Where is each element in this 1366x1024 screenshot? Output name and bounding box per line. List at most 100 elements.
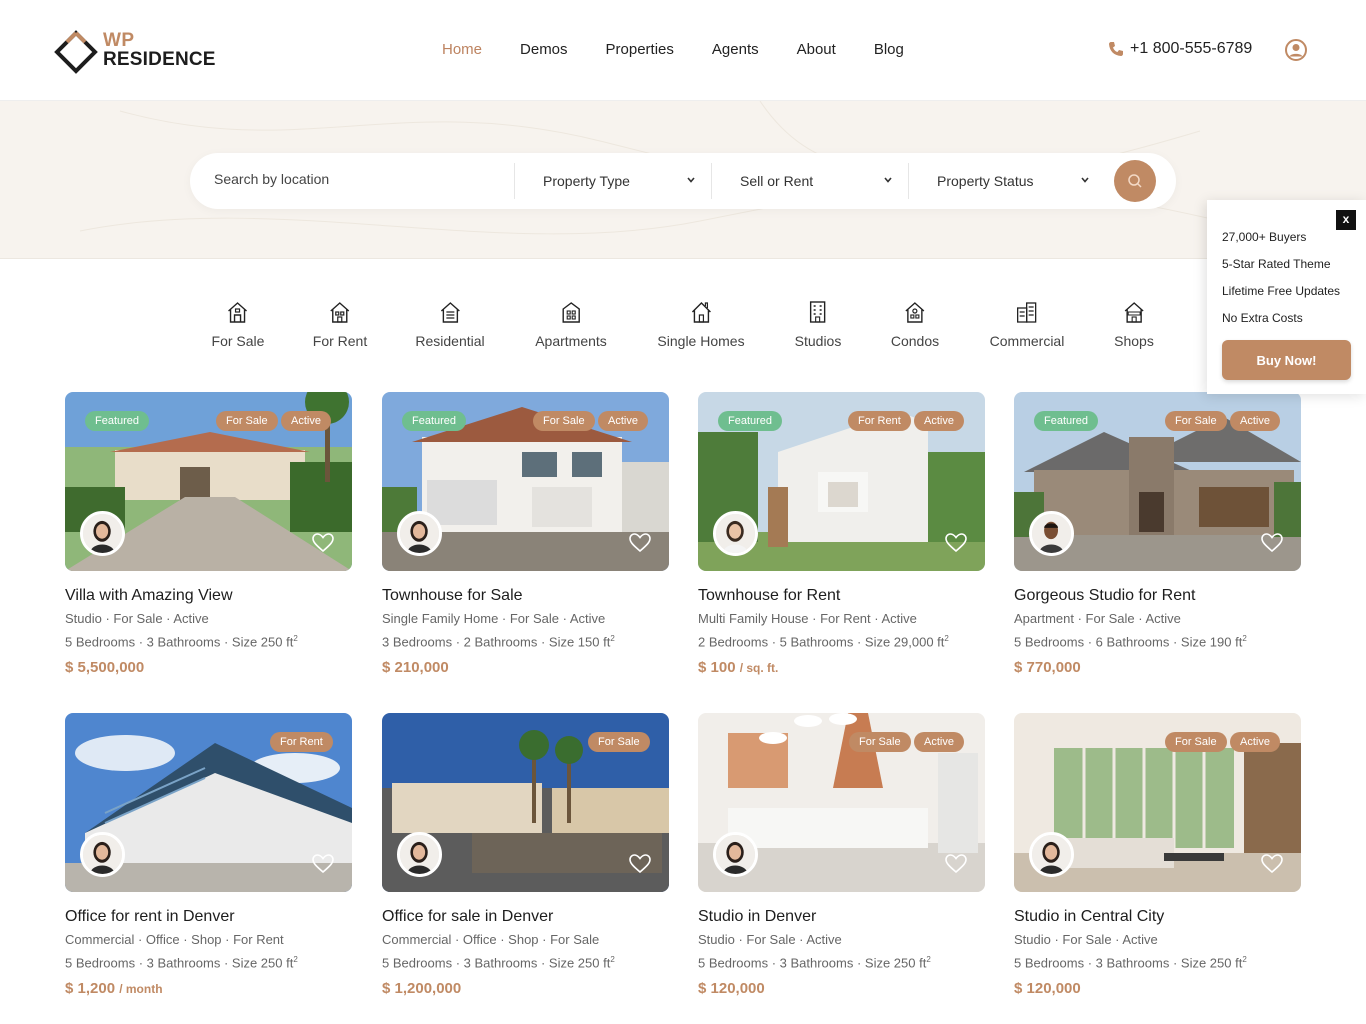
site-logo[interactable]: WP RESIDENCE	[54, 28, 224, 74]
logo-residence-text: RESIDENCE	[103, 49, 216, 70]
category-label: Condos	[890, 333, 940, 349]
site-header: WP RESIDENCE Home Demos Properties Agent…	[0, 0, 1366, 101]
listing-specs-sup: 2	[610, 955, 615, 964]
location-search-input[interactable]	[214, 171, 494, 187]
category-for-sale[interactable]: For Sale	[211, 300, 265, 349]
listing-specs-text: 5 Bedrooms · 3 Bathrooms · Size 250 ft	[65, 634, 294, 650]
category-condos[interactable]: Condos	[891, 300, 939, 349]
favorite-heart-icon[interactable]	[312, 533, 334, 553]
agent-avatar[interactable]	[397, 511, 442, 556]
sell-or-rent-label: Sell or Rent	[740, 173, 814, 189]
listing-card[interactable]: For Sale Active Studio in Central City S…	[1014, 713, 1301, 999]
popup-close-button[interactable]: x	[1336, 210, 1356, 230]
favorite-heart-icon[interactable]	[629, 533, 651, 553]
nav-home[interactable]: Home	[442, 40, 482, 60]
agent-avatar[interactable]	[713, 832, 758, 877]
nav-agents[interactable]: Agents	[712, 40, 759, 60]
search-divider	[514, 163, 515, 199]
listing-meta: Commercial · Office · Shop · For Sale	[382, 932, 600, 947]
main-nav: Home Demos Properties Agents About Blog	[442, 40, 942, 60]
nav-about[interactable]: About	[797, 40, 836, 60]
listing-specs: 5 Bedrooms · 6 Bathrooms · Size 190 ft2	[1014, 631, 1301, 650]
listing-image[interactable]: Featured For Rent Active	[698, 392, 985, 571]
listing-card[interactable]: Featured For Sale Active Villa with Amaz…	[65, 392, 352, 678]
agent-avatar[interactable]	[1029, 832, 1074, 877]
listing-image[interactable]: For Sale Active	[698, 713, 985, 892]
shop-icon	[1124, 302, 1144, 323]
user-icon[interactable]	[1285, 39, 1307, 61]
listing-title[interactable]: Townhouse for Rent	[698, 586, 985, 606]
listing-image[interactable]: Featured For Sale Active	[1014, 392, 1301, 571]
listing-image[interactable]: Featured For Sale Active	[65, 392, 352, 571]
listing-specs: 5 Bedrooms · 3 Bathrooms · Size 250 ft2	[382, 952, 669, 971]
buy-now-button[interactable]: Buy Now!	[1222, 340, 1351, 380]
listing-specs-sup: 2	[944, 634, 949, 643]
agent-avatar[interactable]	[713, 511, 758, 556]
listing-image[interactable]: For Rent	[65, 713, 352, 892]
listing-specs-text: 3 Bedrooms · 2 Bathrooms · Size 150 ft	[382, 634, 611, 650]
nav-demos[interactable]: Demos	[520, 40, 568, 60]
listing-price: $ 120,000	[1014, 979, 1301, 999]
status-badge: Active	[281, 411, 331, 431]
listing-title[interactable]: Villa with Amazing View	[65, 586, 352, 606]
favorite-heart-icon[interactable]	[1261, 533, 1283, 553]
property-type-label: Property Type	[543, 173, 630, 189]
listing-title[interactable]: Studio in Denver	[698, 907, 985, 927]
listing-title[interactable]: Townhouse for Sale	[382, 586, 669, 606]
nav-properties[interactable]: Properties	[606, 40, 674, 60]
nav-blog[interactable]: Blog	[874, 40, 904, 60]
category-bar: For Sale For Rent Residential Apartments…	[0, 300, 1366, 360]
favorite-heart-icon[interactable]	[312, 854, 334, 874]
listing-meta: Single Family Home · For Sale · Active	[382, 611, 606, 626]
listing-card[interactable]: Featured For Rent Active Townhouse for R…	[698, 392, 985, 678]
listing-image[interactable]: Featured For Sale Active	[382, 392, 669, 571]
agent-avatar[interactable]	[80, 832, 125, 877]
listing-title[interactable]: Office for rent in Denver	[65, 907, 352, 927]
listing-card[interactable]: For Sale Office for sale in Denver Comme…	[382, 713, 669, 999]
listing-card[interactable]: For Sale Active Studio in Denver Studio …	[698, 713, 985, 999]
featured-badge: Featured	[85, 411, 150, 431]
listing-price-value: $ 770,000	[1014, 659, 1081, 677]
favorite-heart-icon[interactable]	[945, 533, 967, 553]
category-single-homes[interactable]: Single Homes	[657, 300, 745, 349]
listing-card[interactable]: Featured For Sale Active Gorgeous Studio…	[1014, 392, 1301, 678]
category-for-rent[interactable]: For Rent	[313, 300, 367, 349]
listing-title[interactable]: Studio in Central City	[1014, 907, 1301, 927]
chevron-down-icon	[884, 177, 892, 183]
favorite-heart-icon[interactable]	[945, 854, 967, 874]
listing-specs: 5 Bedrooms · 3 Bathrooms · Size 250 ft2	[698, 952, 985, 971]
property-status-select[interactable]: Property Status	[937, 153, 1090, 209]
property-status-label: Property Status	[937, 173, 1034, 189]
status-badge: Active	[914, 732, 964, 752]
sell-or-rent-select[interactable]: Sell or Rent	[740, 153, 893, 209]
listing-specs: 5 Bedrooms · 3 Bathrooms · Size 250 ft2	[65, 952, 352, 971]
category-apartments[interactable]: Apartments	[535, 300, 607, 349]
listing-card[interactable]: For Rent Office for rent in Denver Comme…	[65, 713, 352, 999]
favorite-heart-icon[interactable]	[629, 854, 651, 874]
category-shops[interactable]: Shops	[1114, 300, 1154, 349]
category-commercial[interactable]: Commercial	[989, 300, 1065, 349]
category-label: For Sale	[211, 333, 265, 349]
listing-title[interactable]: Gorgeous Studio for Rent	[1014, 586, 1301, 606]
listing-card[interactable]: Featured For Sale Active Townhouse for S…	[382, 392, 669, 678]
agent-avatar[interactable]	[1029, 511, 1074, 556]
search-divider	[908, 163, 909, 199]
search-button[interactable]	[1114, 160, 1156, 202]
category-studios[interactable]: Studios	[795, 300, 841, 349]
category-label: Commercial	[989, 333, 1065, 349]
favorite-heart-icon[interactable]	[1261, 854, 1283, 874]
listing-title[interactable]: Office for sale in Denver	[382, 907, 669, 927]
popup-feature: 5-Star Rated Theme	[1222, 257, 1331, 271]
listing-price-value: $ 5,500,000	[65, 659, 145, 677]
agent-avatar[interactable]	[397, 832, 442, 877]
listing-image[interactable]: For Sale Active	[1014, 713, 1301, 892]
search-icon	[1128, 174, 1142, 188]
listing-price: $ 1,200 / month	[65, 979, 352, 999]
listing-image[interactable]: For Sale	[382, 713, 669, 892]
listing-meta: Studio · For Sale · Active	[1014, 932, 1158, 947]
property-type-select[interactable]: Property Type	[543, 153, 696, 209]
listing-price-value: $ 120,000	[1014, 980, 1081, 998]
category-residential[interactable]: Residential	[415, 300, 485, 349]
phone-link[interactable]: +1 800-555-6789	[1108, 40, 1252, 58]
agent-avatar[interactable]	[80, 511, 125, 556]
